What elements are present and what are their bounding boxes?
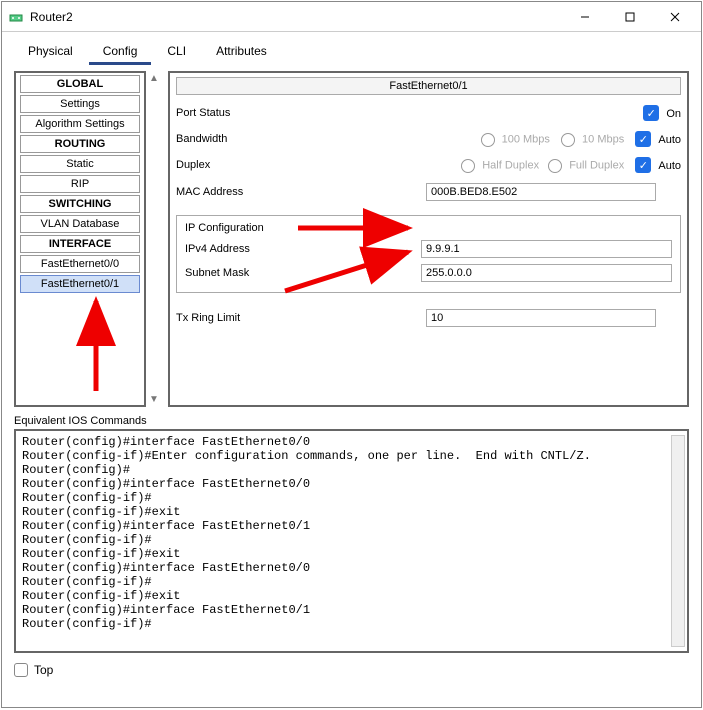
top-label: Top [34,663,53,677]
sidebar-group-global[interactable]: GLOBAL [20,75,140,93]
tab-config[interactable]: Config [89,40,152,65]
sidebar-group-routing[interactable]: ROUTING [20,135,140,153]
sidebar-group-switching[interactable]: SWITCHING [20,195,140,213]
bandwidth-10-label: 10 Mbps [582,134,624,146]
bandwidth-auto-label: Auto [658,134,681,146]
sidebar-item-rip[interactable]: RIP [20,175,140,193]
sidebar: GLOBAL Settings Algorithm Settings ROUTI… [14,71,146,407]
console-scrollbar[interactable] [671,435,685,647]
bandwidth-10-radio[interactable] [561,133,575,147]
tx-ring-limit-input[interactable] [426,309,656,327]
minimize-icon [579,11,591,23]
window-maximize-button[interactable] [607,3,652,31]
bandwidth-auto-checkbox[interactable]: ✓ [635,131,651,147]
duplex-half-label: Half Duplex [482,160,539,172]
sidebar-item-fe00[interactable]: FastEthernet0/0 [20,255,140,273]
duplex-auto-label: Auto [658,160,681,172]
window-minimize-button[interactable] [562,3,607,31]
tab-cli[interactable]: CLI [153,40,200,65]
duplex-auto-checkbox[interactable]: ✓ [635,157,651,173]
tx-ring-limit-label: Tx Ring Limit [176,312,296,324]
subnet-mask-label: Subnet Mask [185,267,285,279]
tab-attributes[interactable]: Attributes [202,40,281,65]
detail-title: FastEthernet0/1 [176,77,681,95]
duplex-full-label: Full Duplex [569,160,624,172]
tab-physical[interactable]: Physical [14,40,87,65]
close-icon [669,11,681,23]
ipv4-address-label: IPv4 Address [185,243,285,255]
port-status-label: Port Status [176,107,296,119]
sidebar-item-settings[interactable]: Settings [20,95,140,113]
app-window: Router2 Physical Config CLI Attributes G… [1,1,702,708]
sidebar-item-algorithm-settings[interactable]: Algorithm Settings [20,115,140,133]
duplex-label: Duplex [176,159,296,171]
mac-address-input[interactable] [426,183,656,201]
ip-configuration-group: IP Configuration IPv4 Address Subnet Mas… [176,215,681,293]
ios-console[interactable]: Router(config)#interface FastEthernet0/0… [14,429,689,653]
duplex-full-radio[interactable] [548,159,562,173]
ios-commands-label: Equivalent IOS Commands [14,415,689,427]
sidebar-item-vlan-db[interactable]: VLAN Database [20,215,140,233]
tabs-row: Physical Config CLI Attributes [6,36,697,65]
sidebar-item-static[interactable]: Static [20,155,140,173]
console-text: Router(config)#interface FastEthernet0/0… [22,435,591,631]
titlebar: Router2 [2,2,701,32]
scroll-down-icon[interactable]: ▼ [149,394,159,405]
detail-panel: FastEthernet0/1 Port Status ✓ On Bandwid… [168,71,689,407]
top-checkbox[interactable] [14,663,28,677]
bandwidth-label: Bandwidth [176,133,296,145]
window-body: Physical Config CLI Attributes GLOBAL Se… [2,32,701,707]
port-status-value: On [666,108,681,120]
maximize-icon [624,11,636,23]
mac-address-label: MAC Address [176,186,296,198]
ipv4-address-input[interactable] [421,240,672,258]
subnet-mask-input[interactable] [421,264,672,282]
config-area: GLOBAL Settings Algorithm Settings ROUTI… [14,71,689,407]
app-icon [8,9,24,25]
duplex-half-radio[interactable] [461,159,475,173]
window-title: Router2 [30,10,562,24]
bandwidth-100-label: 100 Mbps [502,134,550,146]
bandwidth-100-radio[interactable] [481,133,495,147]
sidebar-scroll: ▲ ▼ [146,71,162,407]
ip-configuration-label: IP Configuration [185,222,672,234]
scroll-up-icon[interactable]: ▲ [149,73,159,84]
window-close-button[interactable] [652,3,697,31]
sidebar-item-fe01[interactable]: FastEthernet0/1 [20,275,140,293]
sidebar-group-interface[interactable]: INTERFACE [20,235,140,253]
footer: Top [6,659,697,685]
port-status-checkbox[interactable]: ✓ [643,105,659,121]
